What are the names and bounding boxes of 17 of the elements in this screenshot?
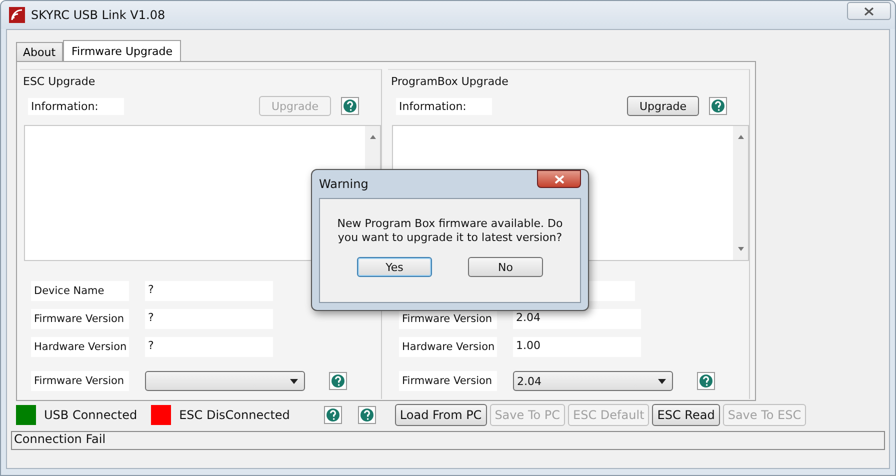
field-label: Firmware Version [399,309,497,329]
information-label: Information: [396,98,492,114]
group-title: ProgramBox Upgrade [391,75,508,88]
information-label: Information: [28,98,124,114]
dialog-message: New Program Box firmware available. Do you want to upgrade it to latest version? [336,217,564,245]
field-label: Device Name [31,281,129,301]
field-label: Hardware Version [399,337,497,357]
field-label: Firmware Version [399,371,497,391]
field-label: Firmware Version [31,371,129,391]
window-title: SKYRC USB Link V1.08 [31,8,166,22]
indicator-label: ESC DisConnected [179,408,290,422]
status-bar: Connection Fail [11,431,885,450]
dialog-title: Warning [319,177,368,191]
indicator-label: USB Connected [44,408,138,422]
field-label: Hardware Version [31,337,129,357]
group-title: ESC Upgrade [23,75,96,88]
field-label: Firmware Version [31,309,129,329]
